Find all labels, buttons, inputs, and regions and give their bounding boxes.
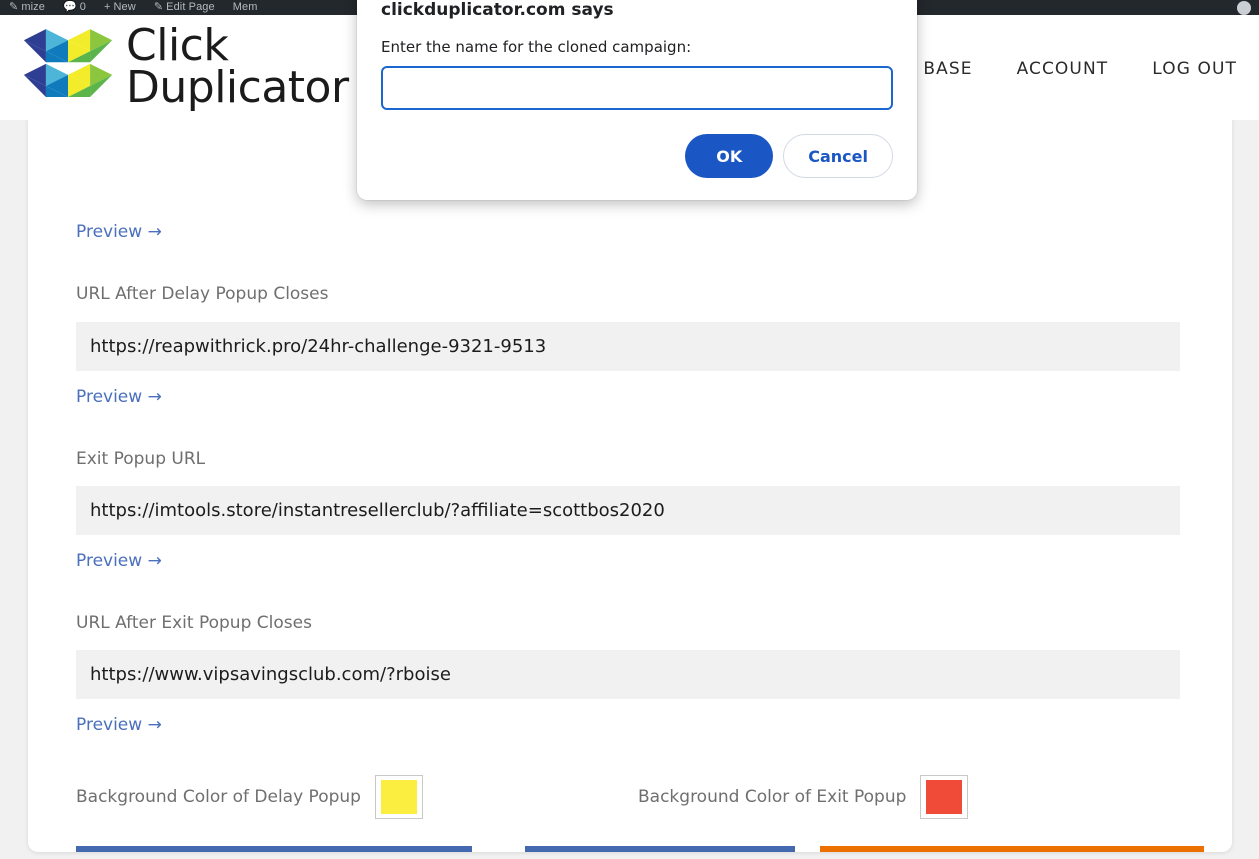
input-exit-popup-url[interactable] [76, 486, 1180, 535]
preview-link-3[interactable]: Preview → [76, 715, 162, 735]
adminbar-item-label: 0 [79, 1, 86, 13]
field-label-url-after-delay-popup-closes: URL After Delay Popup Closes [76, 284, 329, 304]
color-swatch-delay-fill [380, 780, 417, 814]
avatar[interactable] [1237, 1, 1251, 15]
color-swatch-exit-popup[interactable] [920, 775, 969, 819]
preview-link-1[interactable]: Preview → [76, 387, 162, 407]
color-swatch-delay-popup[interactable] [374, 775, 423, 819]
adminbar-item-label: mize [21, 1, 45, 13]
comment-icon: 💬 [62, 1, 77, 13]
customize-icon: ✎ [9, 1, 19, 13]
adminbar-item-label: Mem [232, 1, 258, 13]
dialog-button-row: OK Cancel [381, 134, 893, 178]
adminbar-item-new[interactable]: + New [95, 0, 145, 15]
field-label-bg-color-exit-popup: Background Color of Exit Popup [638, 787, 907, 807]
plus-icon: + [103, 1, 111, 13]
dialog-ok-button[interactable]: OK [685, 134, 774, 178]
dialog-cancel-button[interactable]: Cancel [783, 134, 893, 178]
nav-log-out[interactable]: LOG OUT [1152, 59, 1237, 79]
preview-link-0[interactable]: Preview → [76, 222, 162, 242]
logo-text-line2: Duplicator [126, 61, 349, 113]
clone-button[interactable]: Clone [525, 846, 795, 852]
color-swatch-exit-fill [926, 780, 963, 814]
adminbar-item-edit-page[interactable]: ✎ Edit Page [145, 0, 224, 15]
field-label-exit-popup-url: Exit Popup URL [76, 449, 206, 469]
adminbar-item-label: New [113, 1, 136, 13]
site-logo-text: Click Duplicator [126, 24, 349, 113]
adminbar-item-label: Edit Page [166, 1, 215, 13]
main-navigation: E BASE ACCOUNT LOG OUT [905, 59, 1237, 79]
dialog-title: clickduplicator.com says [381, 0, 614, 20]
dialog-text-input[interactable] [381, 66, 893, 110]
back-button[interactable]: Back [820, 846, 1204, 852]
update-campaign-button[interactable]: Update Campaign [76, 846, 472, 852]
javascript-prompt-dialog: clickduplicator.com says Enter the name … [357, 0, 917, 200]
color-group-delay-popup: Background Color of Delay Popup [76, 775, 423, 819]
campaign-settings-card: Preview → URL After Delay Popup Closes P… [28, 112, 1232, 852]
edit-icon: ✎ [153, 1, 164, 13]
click-duplicator-logo-icon [23, 28, 113, 97]
action-button-row: Update Campaign Clone Back [76, 846, 1204, 852]
preview-link-2[interactable]: Preview → [76, 551, 162, 571]
field-label-url-after-exit-popup-closes: URL After Exit Popup Closes [76, 613, 312, 633]
background-color-row: Background Color of Delay Popup Backgrou… [76, 775, 1180, 825]
color-group-exit-popup: Background Color of Exit Popup [638, 775, 969, 819]
adminbar-item-comments[interactable]: 💬 0 [54, 0, 95, 15]
input-url-after-delay-popup-closes[interactable] [76, 322, 1180, 371]
adminbar-item-members[interactable]: Mem [224, 0, 267, 15]
nav-account[interactable]: ACCOUNT [1017, 59, 1109, 79]
adminbar-item-customize[interactable]: ✎ mize [0, 0, 54, 15]
dialog-message: Enter the name for the cloned campaign: [381, 38, 692, 56]
site-logo[interactable]: Click Duplicator [20, 24, 349, 113]
input-url-after-exit-popup-closes[interactable] [76, 650, 1180, 699]
field-label-bg-color-delay-popup: Background Color of Delay Popup [76, 787, 361, 807]
